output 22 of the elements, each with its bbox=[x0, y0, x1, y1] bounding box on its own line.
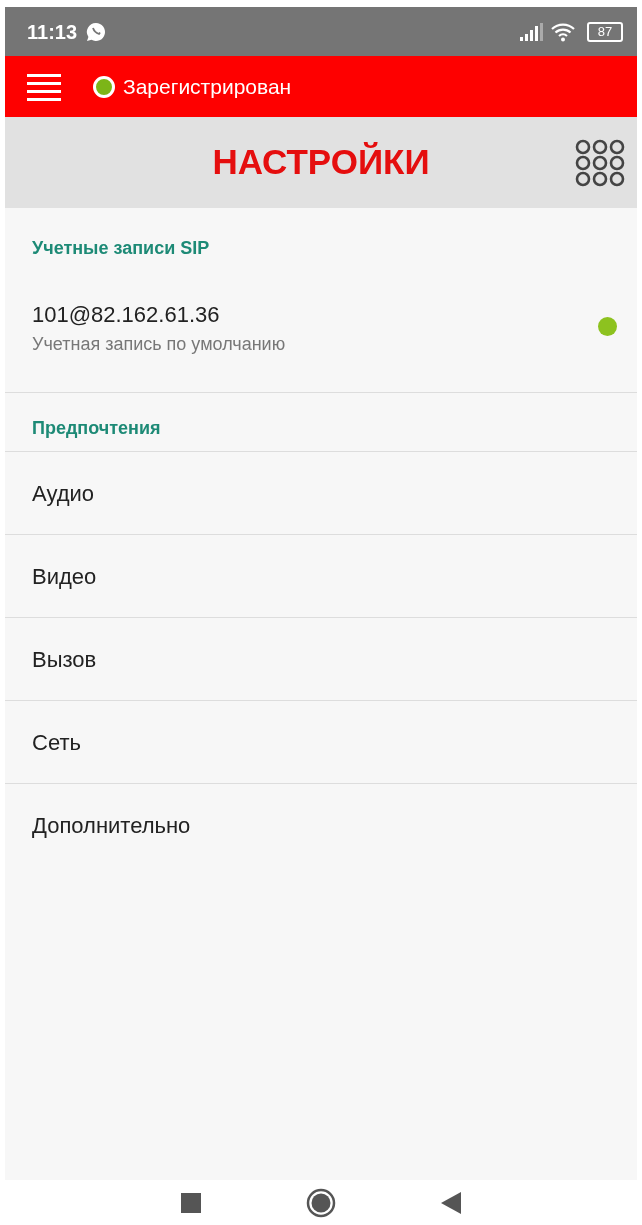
menu-item[interactable]: Вызов bbox=[5, 617, 637, 700]
battery-icon: 87 bbox=[587, 21, 623, 42]
menu-button[interactable] bbox=[27, 72, 61, 101]
home-button[interactable] bbox=[306, 1187, 336, 1218]
account-item[interactable]: 101@82.162.61.36 Учетная запись по умолчанию bbox=[5, 288, 637, 393]
section-header: Предпочтения bbox=[32, 416, 161, 440]
menu-item[interactable]: Сеть bbox=[5, 700, 637, 783]
chat-bubble-icon bbox=[85, 20, 108, 43]
section-header: Учетные записи SIP bbox=[32, 236, 210, 260]
menu-item[interactable]: Дополнительно bbox=[5, 783, 637, 866]
clock-text: 11:13 bbox=[27, 19, 78, 45]
signal-icon bbox=[519, 22, 543, 41]
wifi-icon bbox=[551, 21, 575, 42]
menu-item[interactable]: Видео bbox=[5, 534, 637, 617]
page-title: НАСТРОЙКИ bbox=[212, 141, 430, 184]
account-address: 101@82.162.61.36 bbox=[32, 301, 221, 329]
account-subtitle: Учетная запись по умолчанию bbox=[32, 333, 286, 356]
dialpad-button[interactable] bbox=[575, 139, 625, 187]
back-button[interactable] bbox=[441, 1191, 461, 1214]
status-text: Зарегистрирован bbox=[123, 73, 292, 100]
menu-item[interactable]: Аудио bbox=[5, 451, 637, 534]
recents-button[interactable] bbox=[181, 1192, 201, 1213]
